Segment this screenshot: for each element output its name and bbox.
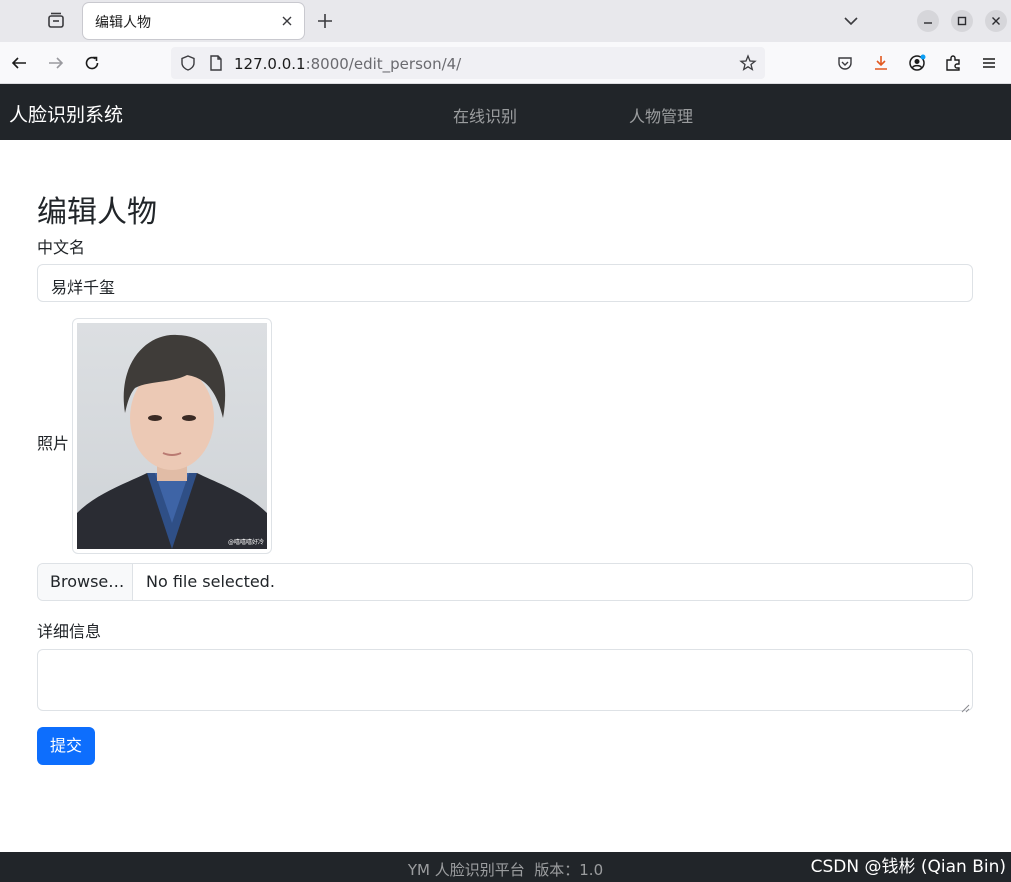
url-text[interactable]: 127.0.0.1:8000/edit_person/4/ — [234, 55, 461, 73]
nav-link-person-management[interactable]: 人物管理 — [629, 103, 693, 127]
browser-tab[interactable]: 编辑人物 — [83, 3, 304, 39]
shield-icon[interactable] — [179, 54, 197, 72]
forward-arrow-icon[interactable] — [47, 54, 65, 72]
back-arrow-icon[interactable] — [10, 54, 28, 72]
nav-link-online-recognition[interactable]: 在线识别 — [453, 103, 517, 127]
firefox-view-icon[interactable] — [44, 9, 68, 33]
brand-title[interactable]: 人脸识别系统 — [9, 100, 123, 127]
footer: YM 人脸识别平台 版本：1.0 CSDN @钱彬 (Qian Bin) — [0, 852, 1011, 882]
bookmark-star-icon[interactable] — [739, 54, 757, 72]
plus-icon[interactable] — [316, 12, 334, 30]
submit-button[interactable]: 提交 — [37, 727, 95, 765]
close-icon[interactable] — [280, 13, 294, 27]
url-path: :8000/edit_person/4/ — [305, 55, 462, 73]
url-host: 127.0.0.1 — [234, 55, 306, 73]
account-icon[interactable] — [908, 54, 926, 72]
url-bar[interactable]: 127.0.0.1:8000/edit_person/4/ — [171, 47, 765, 79]
details-textarea[interactable] — [37, 649, 973, 713]
app-header: 人脸识别系统 在线识别 人物管理 — [0, 84, 1011, 140]
file-status: No file selected. — [146, 572, 275, 591]
chevron-down-icon[interactable] — [843, 13, 859, 29]
reload-icon[interactable] — [83, 54, 101, 72]
browser-navbar: 127.0.0.1:8000/edit_person/4/ — [0, 42, 1011, 84]
browser-tabstrip: 编辑人物 — [0, 0, 1011, 42]
person-photo: @嘻嘻嘻好冷 — [77, 323, 267, 549]
csdn-watermark: CSDN @钱彬 (Qian Bin) — [810, 857, 1006, 877]
pocket-icon[interactable] — [836, 54, 854, 72]
photo-thumbnail: @嘻嘻嘻好冷 — [72, 318, 272, 554]
menu-icon[interactable] — [980, 54, 998, 72]
file-input[interactable]: Browse… No file selected. — [37, 563, 973, 601]
tab-title: 编辑人物 — [95, 15, 151, 31]
window-close-icon[interactable] — [985, 10, 1007, 32]
name-input-value: 易烊千玺 — [51, 278, 116, 297]
browse-button[interactable]: Browse… — [38, 564, 133, 600]
page-title: 编辑人物 — [37, 195, 157, 230]
name-input[interactable]: 易烊千玺 — [37, 264, 973, 302]
extensions-icon[interactable] — [944, 54, 962, 72]
download-icon[interactable] — [872, 54, 890, 72]
minimize-icon[interactable] — [917, 10, 939, 32]
details-label: 详细信息 — [37, 622, 102, 641]
resize-grip-icon[interactable] — [960, 698, 970, 713]
photo-label: 照片 — [37, 434, 70, 453]
photo-watermark: @嘻嘻嘻好冷 — [227, 539, 264, 546]
page-icon[interactable] — [207, 54, 225, 72]
maximize-icon[interactable] — [951, 10, 973, 32]
name-label: 中文名 — [37, 238, 86, 257]
